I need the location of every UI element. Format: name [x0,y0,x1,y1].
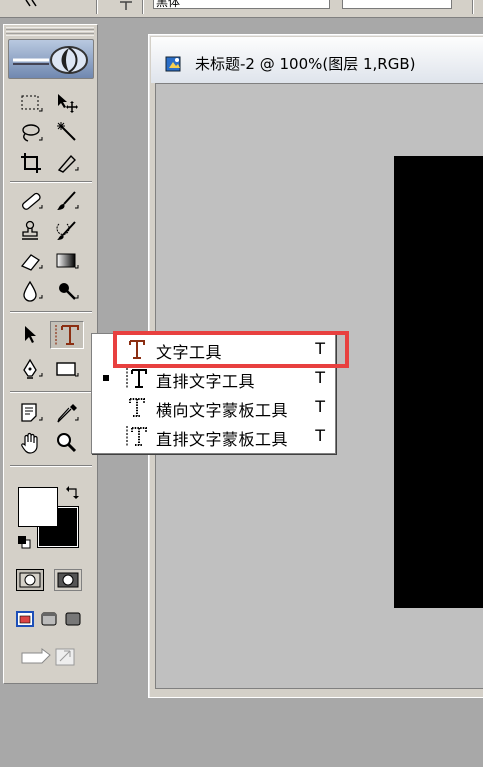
photoshop-logo-icon[interactable] [8,39,94,79]
flyout-item-horizontal-type-mask[interactable]: 横向文字蒙板工具 T [92,393,335,421]
horizontal-type-icon [129,340,145,359]
flyout-item-shortcut: T [315,368,325,387]
quick-mask-button[interactable] [54,569,82,591]
slice-icon[interactable] [50,149,84,177]
canvas-black-layer [394,156,483,608]
photoshop-document-icon [165,56,181,72]
pen-icon[interactable] [14,355,48,383]
options-separator [142,0,144,14]
move-icon[interactable] [50,89,84,117]
tool-preset-icon[interactable] [22,0,44,12]
notes-icon[interactable] [14,399,48,427]
standard-mode-button[interactable] [16,569,44,591]
clone-stamp-icon[interactable] [14,217,48,245]
eraser-icon[interactable] [14,247,48,275]
toolbox-separator [10,181,92,183]
options-separator [96,0,98,14]
crop-icon[interactable] [14,149,48,177]
selected-bullet [103,375,109,381]
marquee-icon[interactable] [14,89,48,117]
flyout-item-vertical-type-mask[interactable]: 直排文字蒙板工具 T [92,422,335,450]
toolbox-separator [10,311,92,313]
eyedropper-icon[interactable] [50,399,84,427]
horizontal-type-mask-icon [129,398,145,417]
text-orientation-icon[interactable] [118,0,134,10]
history-brush-icon[interactable] [50,217,84,245]
toolbox [3,24,98,684]
swap-colors-icon[interactable] [66,485,80,499]
blur-icon[interactable] [14,277,48,305]
jump-to-imageready-icon[interactable] [14,645,88,669]
lasso-icon[interactable] [14,119,48,147]
font-family-select[interactable]: 黑体 [153,0,330,9]
foreground-color-swatch[interactable] [18,487,58,527]
flyout-item-label: 直排文字蒙板工具 [156,430,289,449]
type-tool-icon[interactable] [50,321,84,349]
toolbox-separator [10,391,92,393]
hand-icon[interactable] [14,429,48,457]
brush-icon[interactable] [50,187,84,215]
full-screen-menu-mode-icon[interactable] [40,611,58,627]
vertical-type-mask-icon [126,426,147,446]
zoom-icon[interactable] [50,429,84,457]
full-screen-mode-icon[interactable] [64,611,82,627]
flyout-item-shortcut: T [315,426,325,445]
document-title: 未标题-2 @ 100%(图层 1,RGB) [195,55,416,73]
standard-screen-mode-icon[interactable] [16,611,34,627]
gradient-icon[interactable] [50,247,84,275]
options-bar: 黑体 [0,0,483,18]
flyout-item-vertical-type[interactable]: 直排文字工具 T [92,364,335,392]
toolbox-separator [10,465,92,467]
vertical-type-icon [126,368,147,388]
flyout-item-label: 直排文字工具 [156,372,256,391]
flyout-item-label: 文字工具 [156,343,223,362]
flyout-item-horizontal-type[interactable]: 文字工具 T [92,335,335,363]
flyout-item-shortcut: T [315,397,325,416]
dodge-icon[interactable] [50,277,84,305]
document-titlebar[interactable]: 未标题-2 @ 100%(图层 1,RGB) [151,37,483,83]
font-style-select[interactable] [342,0,452,9]
flyout-item-shortcut: T [315,339,325,358]
options-separator [472,0,474,14]
healing-brush-icon[interactable] [14,187,48,215]
type-tool-flyout-menu: 文字工具 T 直排文字工具 T 横向文字蒙板工具 T 直排文字蒙板工具 T [91,333,336,454]
path-selection-icon[interactable] [14,321,48,349]
flyout-item-label: 横向文字蒙板工具 [156,401,289,420]
default-colors-icon[interactable] [17,535,31,549]
toolbox-grip[interactable] [6,27,94,37]
magic-wand-icon[interactable] [50,119,84,147]
rectangle-shape-icon[interactable] [50,355,84,383]
